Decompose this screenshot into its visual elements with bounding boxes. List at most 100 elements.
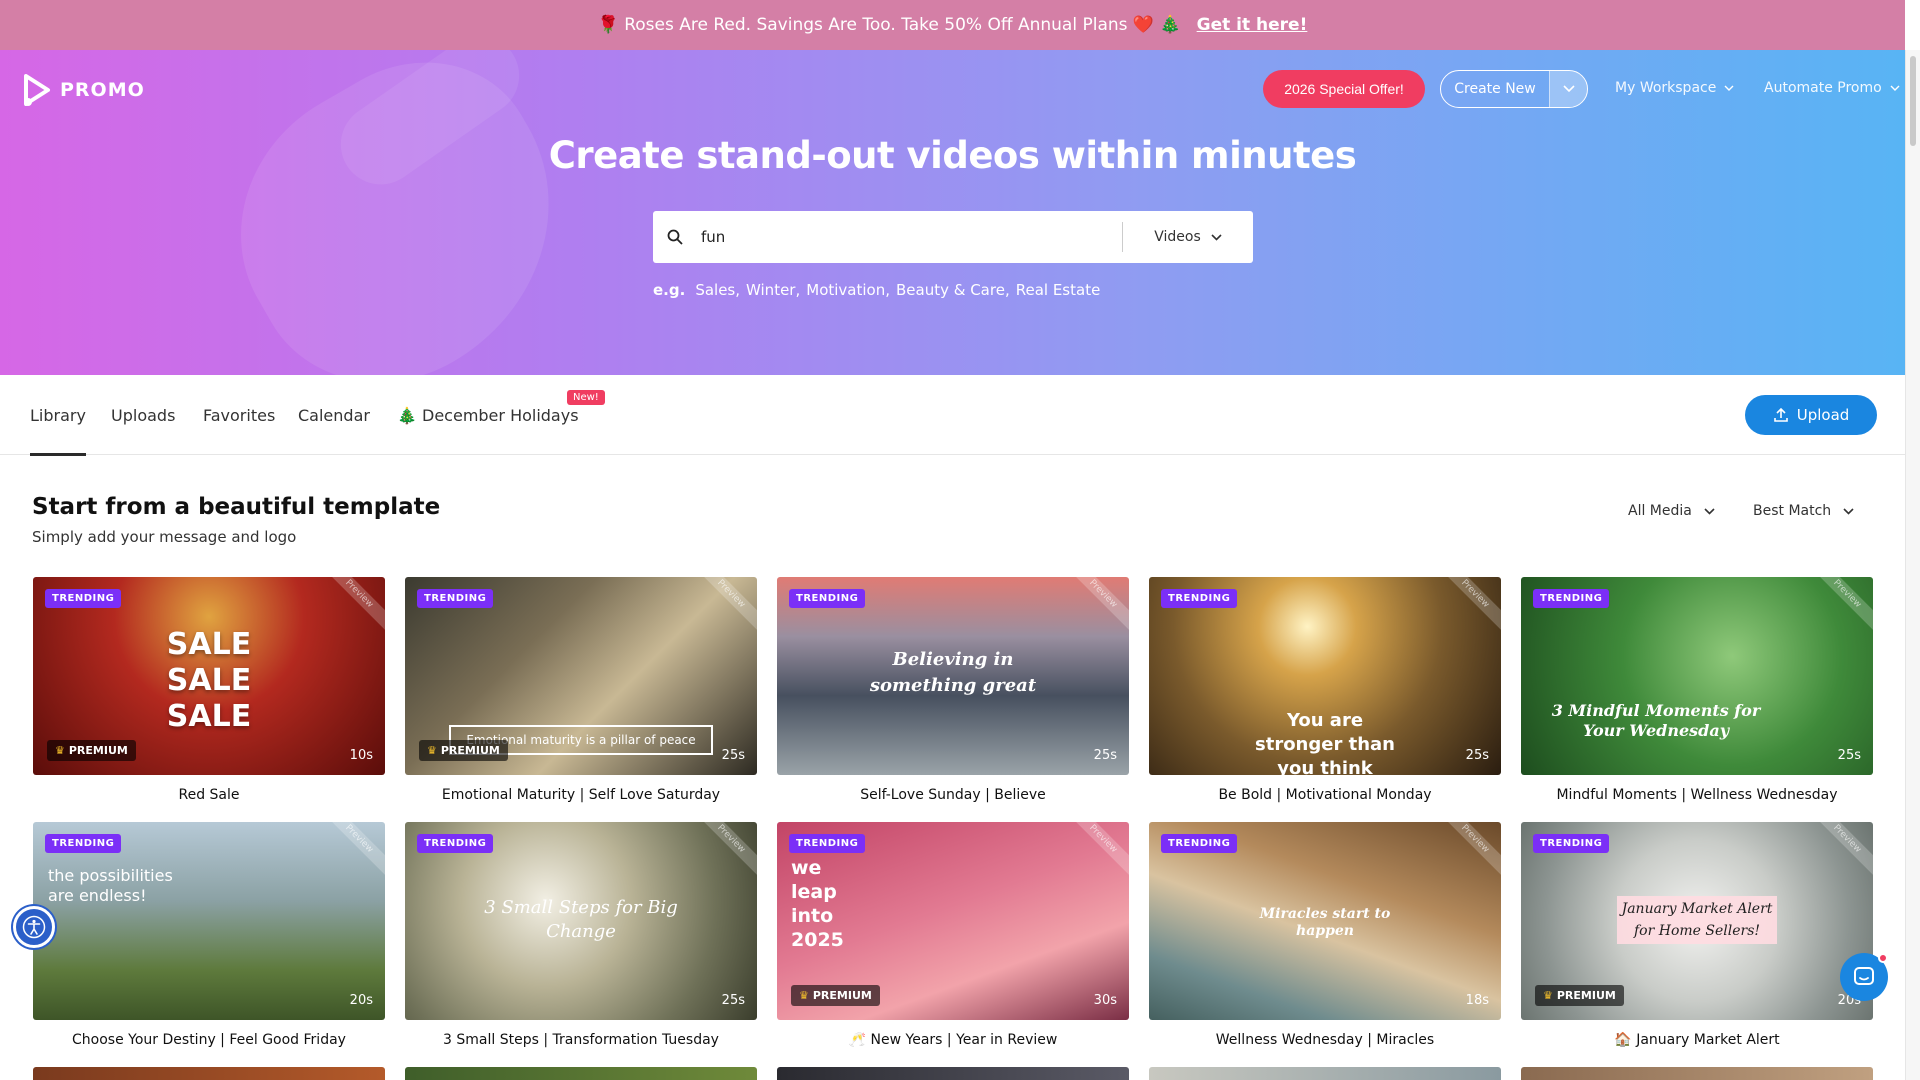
premium-badge: ♛ PREMIUM — [791, 985, 880, 1006]
trending-badge: TRENDING — [1533, 589, 1610, 608]
card-title[interactable]: 3 Small Steps | Transformation Tuesday — [405, 1032, 757, 1048]
chevron-down-icon — [1562, 85, 1575, 93]
automate-promo-label: Automate Promo — [1764, 80, 1882, 96]
template-thumbnail[interactable]: Preview TRENDING You are stronger than y… — [1149, 577, 1501, 775]
upload-button[interactable]: Upload — [1745, 395, 1877, 435]
search-input[interactable] — [697, 211, 1122, 263]
template-thumbnail[interactable]: Preview TRENDING 3 Mindful Moments for Y… — [1521, 577, 1873, 775]
thumbnail-overlay-text: January Market Alert for Home Sellers! — [1617, 896, 1777, 944]
preview-ribbon: Preview — [1062, 577, 1129, 635]
scrollbar-thumb[interactable] — [1910, 56, 1916, 146]
premium-label: PREMIUM — [812, 989, 872, 1002]
media-type-label: Videos — [1154, 229, 1201, 245]
sort-label: Best Match — [1753, 503, 1832, 519]
card-title[interactable]: Wellness Wednesday | Miracles — [1149, 1032, 1501, 1048]
card-title[interactable]: Red Sale — [33, 787, 385, 803]
chevron-down-icon — [1890, 85, 1900, 91]
tab-calendar[interactable]: Calendar — [298, 375, 370, 455]
media-filter-dropdown[interactable]: All Media — [1628, 503, 1715, 519]
tab-library[interactable]: Library — [30, 375, 86, 456]
section-subtitle: Simply add your message and logo — [32, 528, 297, 546]
duration-label: 10s — [349, 748, 373, 763]
duration-label: 20s — [349, 993, 373, 1008]
trending-badge: TRENDING — [45, 834, 122, 853]
template-thumbnail[interactable]: Preview TRENDING 3 Small Steps for Big C… — [405, 822, 757, 1020]
new-badge: New! — [567, 390, 605, 405]
tab-uploads[interactable]: Uploads — [111, 375, 175, 455]
trending-badge: TRENDING — [417, 834, 494, 853]
example-link[interactable]: Real Estate — [1016, 281, 1101, 299]
crown-icon: ♛ — [427, 744, 437, 757]
thumbnail-overlay-text: 3 Mindful Moments for Your Wednesday — [1551, 701, 1761, 740]
template-card[interactable]: Preview TRENDING Miracles start to happe… — [1149, 822, 1501, 1048]
my-workspace-menu[interactable]: My Workspace — [1615, 80, 1734, 96]
example-link[interactable]: Motivation, — [806, 281, 890, 299]
logo[interactable]: PROMO — [22, 74, 145, 106]
duration-label: 25s — [1837, 748, 1861, 763]
page-scrollbar[interactable] — [1905, 50, 1920, 1080]
crown-icon: ♛ — [799, 989, 809, 1002]
template-card[interactable]: Preview TRENDING Emotional maturity is a… — [405, 577, 757, 803]
template-card[interactable]: Preview TRENDING 3 Mindful Moments for Y… — [1521, 577, 1873, 803]
card-title[interactable]: Be Bold | Motivational Monday — [1149, 787, 1501, 803]
card-title[interactable]: Self-Love Sunday | Believe — [777, 787, 1129, 803]
automate-promo-menu[interactable]: Automate Promo — [1764, 80, 1900, 96]
template-card[interactable]: Preview TRENDING the possibilities are e… — [33, 822, 385, 1048]
create-new-dropdown[interactable] — [1549, 71, 1587, 107]
create-new-button[interactable]: Create New — [1440, 70, 1588, 108]
template-card[interactable]: Preview TRENDING Believing in something … — [777, 577, 1129, 803]
thumbnail-overlay-text: 3 Small Steps for Big Change — [484, 897, 678, 942]
card-title[interactable]: 🥂 New Years | Year in Review — [777, 1032, 1129, 1048]
template-card[interactable]: Preview TRENDING 3 Small Steps for Big C… — [405, 822, 757, 1048]
template-card[interactable]: Preview TRENDING You are stronger than y… — [1149, 577, 1501, 803]
preview-ribbon: Preview — [1806, 577, 1873, 635]
promo-logo-icon — [24, 74, 50, 106]
thumbnail-overlay-text: SALE SALE SALE — [166, 627, 252, 734]
preview-ribbon: Preview — [1806, 822, 1873, 880]
template-thumbnail[interactable]: Preview TRENDING Believing in something … — [777, 577, 1129, 775]
upload-label: Upload — [1796, 406, 1850, 424]
trending-badge: TRENDING — [1533, 834, 1610, 853]
template-thumbnail-partial[interactable] — [1521, 1067, 1873, 1080]
template-thumbnail[interactable]: Preview TRENDING SALE SALE SALE ♛ PREMIUM… — [33, 577, 385, 775]
thumbnail-overlay-text: Believing in something great — [869, 649, 1037, 696]
library-tabbar: Library Uploads Favorites Calendar 🎄 Dec… — [0, 375, 1905, 456]
example-link[interactable]: Beauty & Care, — [896, 281, 1010, 299]
template-thumbnail-partial[interactable] — [405, 1067, 757, 1080]
my-workspace-label: My Workspace — [1615, 80, 1717, 96]
preview-ribbon: Preview — [690, 577, 757, 635]
special-offer-button[interactable]: 2026 Special Offer! — [1263, 70, 1425, 108]
promo-cta-link[interactable]: Get it here! — [1197, 15, 1308, 35]
duration-label: 25s — [721, 993, 745, 1008]
template-thumbnail[interactable]: Preview TRENDING the possibilities are e… — [33, 822, 385, 1020]
tab-december-holidays[interactable]: 🎄 December Holidays — [397, 375, 579, 455]
chat-icon — [1854, 967, 1874, 985]
template-thumbnail[interactable]: Preview TRENDING Emotional maturity is a… — [405, 577, 757, 775]
card-title[interactable]: Mindful Moments | Wellness Wednesday — [1521, 787, 1873, 803]
template-thumbnail-partial[interactable] — [777, 1067, 1129, 1080]
section-title: Start from a beautiful template — [32, 494, 441, 520]
template-card[interactable]: Preview TRENDING we leap into 2025 ♛ PREM… — [777, 822, 1129, 1048]
template-card[interactable]: Preview TRENDING January Market Alert fo… — [1521, 822, 1873, 1048]
example-link[interactable]: Sales, — [695, 281, 740, 299]
media-type-select[interactable]: Videos — [1123, 229, 1253, 245]
sort-dropdown[interactable]: Best Match — [1753, 503, 1854, 519]
accessibility-button[interactable] — [13, 906, 55, 948]
template-thumbnail-partial[interactable] — [1149, 1067, 1501, 1080]
card-title[interactable]: Choose Your Destiny | Feel Good Friday — [33, 1032, 385, 1048]
trending-badge: TRENDING — [1161, 834, 1238, 853]
template-thumbnail[interactable]: Preview TRENDING Miracles start to happe… — [1149, 822, 1501, 1020]
card-title[interactable]: Emotional Maturity | Self Love Saturday — [405, 787, 757, 803]
thumbnail-overlay-text: You are stronger than you think — [1255, 710, 1395, 775]
chat-button[interactable] — [1840, 953, 1888, 1001]
accessibility-icon — [22, 915, 46, 939]
example-link[interactable]: Winter, — [746, 281, 800, 299]
card-title[interactable]: 🏠 January Market Alert — [1521, 1032, 1873, 1048]
template-thumbnail-partial[interactable] — [33, 1067, 385, 1080]
template-thumbnail[interactable]: Preview TRENDING January Market Alert fo… — [1521, 822, 1873, 1020]
premium-badge: ♛ PREMIUM — [1535, 985, 1624, 1006]
tab-favorites[interactable]: Favorites — [203, 375, 275, 455]
upload-icon — [1773, 407, 1788, 422]
template-thumbnail[interactable]: Preview TRENDING we leap into 2025 ♛ PREM… — [777, 822, 1129, 1020]
template-card[interactable]: Preview TRENDING SALE SALE SALE ♛ PREMIUM… — [33, 577, 385, 803]
